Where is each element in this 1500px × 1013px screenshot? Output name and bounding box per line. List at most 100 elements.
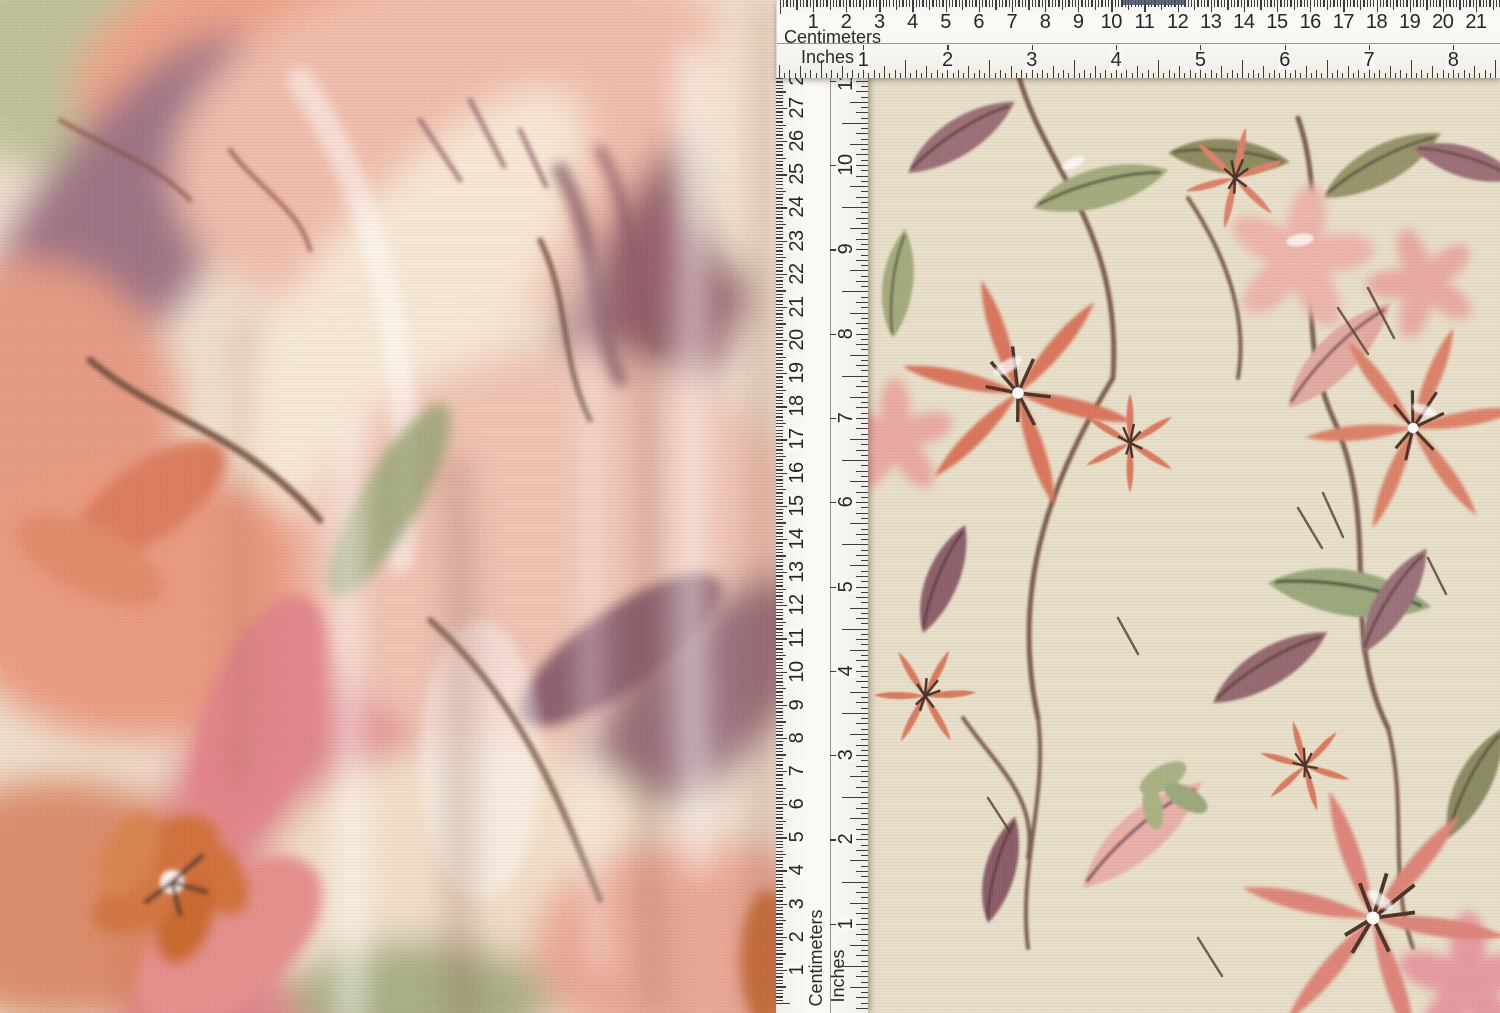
- inch-tick: [856, 766, 868, 767]
- inch-tick: [1406, 73, 1407, 78]
- inch-tick: [984, 73, 985, 78]
- inch-tick: [861, 666, 868, 667]
- inch-tick: [856, 955, 868, 956]
- inch-tick: [861, 339, 868, 340]
- cm-number: 1: [787, 964, 807, 977]
- inch-tick: [861, 729, 868, 730]
- inch-tick: [861, 950, 868, 951]
- inch-tick: [856, 660, 868, 661]
- inch-tick: [861, 781, 868, 782]
- inch-tick: [861, 128, 868, 129]
- inch-tick: [842, 544, 868, 545]
- inch-tick: [861, 918, 868, 919]
- cm-number: 14: [787, 527, 807, 550]
- inch-tick: [861, 529, 868, 530]
- inch-tick: [856, 239, 868, 240]
- inch-tick: [861, 571, 868, 572]
- vertical-ruler: 1234567891011121314151617181920212223242…: [776, 0, 868, 1013]
- inch-tick: [861, 307, 868, 308]
- inch-tick: [861, 476, 868, 477]
- inch-tick: [974, 73, 975, 78]
- inch-tick: [1437, 73, 1438, 78]
- inch-tick: [1179, 66, 1180, 78]
- inch-tick: [895, 70, 896, 79]
- inch-tick: [958, 70, 959, 79]
- cm-number: 14: [1232, 12, 1255, 32]
- inch-tick: [861, 866, 868, 867]
- inch-tick: [850, 692, 868, 693]
- inch-tick: [1132, 73, 1133, 78]
- cm-number: 13: [1199, 12, 1222, 32]
- inch-tick: [800, 66, 801, 78]
- inch-tick: [1485, 70, 1486, 79]
- inch-tick: [861, 328, 868, 329]
- inch-tick: [856, 555, 868, 556]
- flat-fabric-art: [868, 78, 1500, 1013]
- inch-tick: [856, 755, 868, 756]
- inch-tick: [856, 197, 868, 198]
- cm-number: 4: [906, 12, 919, 32]
- cm-number: 8: [787, 731, 807, 744]
- inch-tick: [1400, 70, 1401, 79]
- inch-tick: [861, 392, 868, 393]
- inch-tick: [861, 402, 868, 403]
- inch-tick: [861, 739, 868, 740]
- inch-tick: [850, 355, 868, 356]
- inch-tick: [1084, 70, 1085, 79]
- cm-number: 9: [787, 698, 807, 711]
- inch-tick: [816, 73, 817, 78]
- inch-tick: [856, 924, 868, 925]
- inch-tick: [847, 73, 848, 78]
- inch-tick: [856, 386, 868, 387]
- inch-tick: [850, 945, 868, 946]
- inch-tick: [1385, 73, 1386, 78]
- inch-tick: [861, 244, 868, 245]
- inch-tick: [852, 70, 853, 79]
- inch-tick: [1306, 66, 1307, 78]
- inch-tick: [861, 613, 868, 614]
- inch-tick: [856, 407, 868, 408]
- inch-tick: [856, 671, 868, 672]
- inch-tick: [861, 929, 868, 930]
- inch-tick: [856, 702, 868, 703]
- inch-tick: [856, 576, 868, 577]
- inch-tick: [842, 123, 868, 124]
- inch-tick: [861, 86, 868, 87]
- inch-tick: [1142, 73, 1143, 78]
- inch-tick: [856, 850, 868, 851]
- inch-tick: [1379, 70, 1380, 79]
- inch-tick: [963, 73, 964, 78]
- inch-tick: [850, 734, 868, 735]
- inch-tick: [861, 592, 868, 593]
- inch-tick: [861, 560, 868, 561]
- inch-tick: [1274, 70, 1275, 79]
- inch-tick: [1374, 73, 1375, 78]
- inch-tick: [805, 73, 806, 78]
- inch-tick: [842, 376, 868, 377]
- draped-fabric-photo: [0, 0, 776, 1013]
- cm-number: 19: [787, 362, 807, 385]
- inch-tick: [861, 181, 868, 182]
- inch-tick: [856, 302, 868, 303]
- draped-fabric-art: [0, 0, 776, 1013]
- inch-tick: [861, 813, 868, 814]
- inch-tick: [856, 365, 868, 366]
- inch-tick: [861, 855, 868, 856]
- inch-tick: [850, 228, 868, 229]
- inch-tick: [861, 255, 868, 256]
- inch-tick: [789, 70, 790, 79]
- inch-tick: [795, 73, 796, 78]
- inch-tick: [861, 634, 868, 635]
- fabric-product-photo: 1234567891011121314151617181920212223242…: [0, 0, 1500, 1013]
- inch-tick: [1037, 73, 1038, 78]
- inch-tick: [856, 133, 868, 134]
- inch-tick: [856, 681, 868, 682]
- inch-tick: [1021, 70, 1022, 79]
- inch-tick: [856, 154, 868, 155]
- inch-tick: [1237, 73, 1238, 78]
- inch-tick: [1174, 73, 1175, 78]
- cm-number: 25: [787, 163, 807, 186]
- inch-tick: [850, 903, 868, 904]
- inch-tick: [1443, 70, 1444, 79]
- inch-tick: [856, 428, 868, 429]
